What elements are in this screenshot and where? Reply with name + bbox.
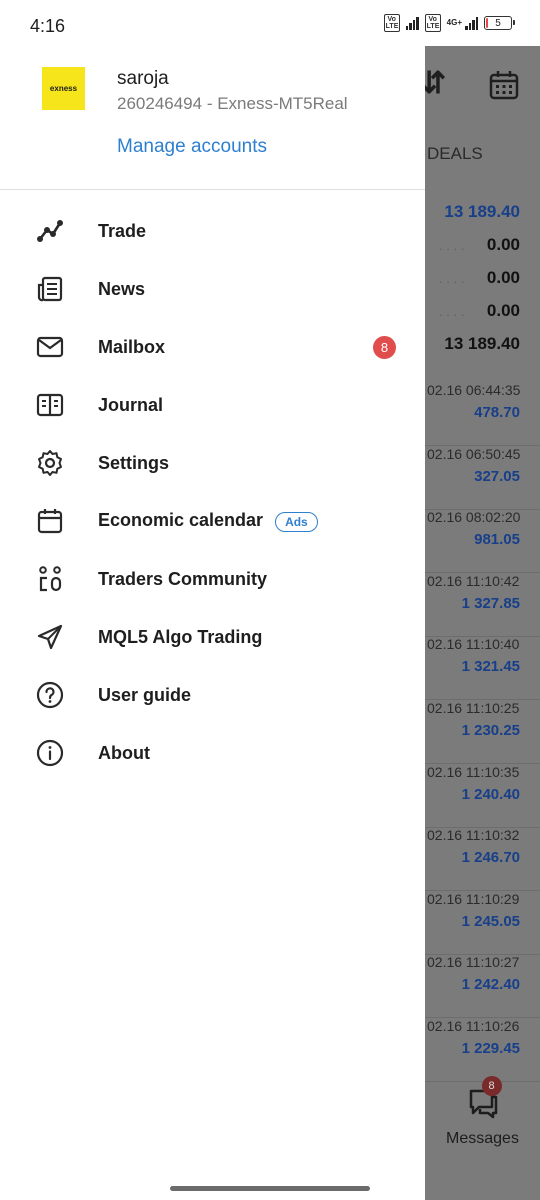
account-header: exness saroja 260246494 - Exness-MT5Real… (0, 46, 425, 190)
menu-label-mailbox: Mailbox (98, 336, 166, 357)
menu-item-about[interactable]: About (0, 724, 425, 782)
deal-row: 02.16 06:50:45 327.05 (425, 446, 540, 510)
deal-row: 02.16 11:10:27 1 242.40 (425, 954, 540, 1019)
deal-time: 02.16 11:10:35 (427, 763, 520, 780)
deal-profit: 1 240.40 (461, 785, 520, 803)
menu-item-traders-community[interactable]: Traders Community (0, 550, 425, 608)
account-number[interactable]: 260246494 - Exness-MT5Real (117, 94, 348, 114)
deal-time: 02.16 11:10:40 (427, 636, 520, 653)
deal-time: 02.16 06:50:45 (427, 445, 521, 462)
deals-tab: DEALS (427, 144, 483, 163)
summary-dots: .... (439, 272, 469, 286)
summary-amount: 0.00 (486, 301, 520, 320)
sort-icon: ⇵ (425, 67, 447, 100)
status-time: 4:16 (30, 16, 66, 36)
signal-icon-2 (465, 16, 478, 30)
deal-time: 02.16 11:10:26 (427, 1018, 520, 1034)
deal-profit: 981.05 (474, 531, 520, 549)
deal-profit: 1 230.25 (461, 722, 520, 739)
account-name[interactable]: saroja (117, 68, 169, 90)
menu-label-settings: Settings (98, 452, 170, 473)
menu-label-user-guide: User guide (98, 684, 192, 705)
community-icon (36, 565, 64, 593)
deal-profit: 478.70 (474, 404, 520, 421)
menu-item-journal[interactable]: Journal (0, 376, 425, 434)
menu-item-news[interactable]: News (0, 260, 425, 318)
messages-icon: 8 (466, 1076, 502, 1120)
mailbox-unread-badge: 8 (373, 335, 396, 359)
deal-profit: 1 327.85 (461, 594, 520, 612)
send-icon (36, 623, 64, 651)
ads-badge: Ads (275, 511, 318, 532)
deal-row: 02.16 08:02:20 981.05 (425, 509, 540, 574)
menu-item-mailbox[interactable]: Mailbox 8 (0, 318, 425, 376)
deal-time: 02.16 08:02:20 (427, 509, 521, 526)
deal-row: 02.16 11:10:25 1 230.25 (425, 700, 540, 764)
menu-item-economic-calendar[interactable]: Economic calendar Ads (0, 492, 425, 550)
menu-label-economic-calendar: Economic calendar Ads (98, 510, 318, 532)
menu-item-settings[interactable]: Settings (0, 434, 425, 492)
deal-time: 02.16 11:10:27 (427, 954, 520, 971)
deal-time: 02.16 11:10:29 (427, 890, 520, 907)
menu-label-mql5-algo-trading: MQL5 Algo Trading (98, 626, 263, 647)
deal-profit: 1 246.70 (461, 849, 520, 867)
deal-profit: 327.05 (474, 467, 520, 485)
menu-label-news: News (98, 278, 146, 299)
messages-tab: 8 Messages (425, 1076, 540, 1148)
battery-icon: 5 (484, 16, 515, 30)
deal-profit: 1 242.40 (461, 976, 520, 994)
deal-profit: 1 229.45 (461, 1040, 520, 1057)
deal-row: 02.16 11:10:32 1 246.70 (425, 827, 540, 892)
deal-time: 02.16 11:10:25 (427, 700, 520, 716)
deal-time: 02.16 11:10:42 (427, 572, 520, 589)
battery-level (486, 18, 488, 28)
summary-amount: 0.00 (486, 235, 520, 254)
menu-label-traders-community: Traders Community (98, 568, 268, 589)
broker-logo: exness (42, 67, 85, 110)
gesture-navigation-handle[interactable] (170, 1186, 370, 1191)
network-type: 4G+ (446, 18, 462, 27)
summary-dots: .... (439, 239, 469, 253)
volte-icon-2: Vo LTE (424, 14, 441, 32)
summary-amount: 0.00 (486, 268, 520, 287)
deal-time: 02.16 06:44:35 (427, 382, 521, 398)
status-icons: Vo LTE Vo LTE 4G+ 5 (383, 14, 515, 32)
summary-amount: 13 189.40 (444, 334, 520, 353)
deal-row: 02.16 06:44:35 478.70 (425, 382, 540, 446)
signal-icon (405, 16, 419, 30)
menu-item-mql5-algo-trading[interactable]: MQL5 Algo Trading (0, 608, 425, 666)
summary-dots: .... (439, 305, 469, 319)
deal-row: 02.16 11:10:26 1 229.45 (425, 1018, 540, 1082)
deal-row: 02.16 11:10:35 1 240.40 (425, 764, 540, 828)
menu-item-user-guide[interactable]: User guide (0, 666, 425, 724)
deal-profit: 1 321.45 (461, 658, 520, 676)
mail-icon (36, 333, 64, 361)
manage-accounts-link[interactable]: Manage accounts (117, 136, 267, 158)
messages-badge: 8 (481, 1076, 502, 1096)
info-icon (36, 739, 64, 767)
deal-row: 02.16 11:10:40 1 321.45 (425, 636, 540, 701)
deal-time: 02.16 11:10:32 (427, 827, 520, 844)
menu-label-journal: Journal (98, 394, 164, 415)
volte-icon: Vo LTE (383, 14, 400, 32)
navigation-drawer: exness saroja 260246494 - Exness-MT5Real… (0, 46, 425, 1200)
status-bar: 4:16 Vo LTE Vo LTE 4G+ 5 (0, 0, 540, 46)
summary-amount: 13 189.40 (444, 202, 520, 221)
deal-row: 02.16 11:10:42 1 327.85 (425, 573, 540, 637)
calendar-icon (489, 71, 519, 100)
menu-label-trade: Trade (98, 220, 147, 241)
background-app-scrim[interactable]: ⇵ DEALS 13 189.40.... 0.00.... 0.00.... 0.0… (425, 46, 540, 1200)
deal-profit: 1 245.05 (461, 912, 520, 930)
messages-label: Messages (446, 1130, 519, 1147)
journal-icon (36, 391, 64, 419)
trade-chart-icon (36, 217, 64, 245)
menu-item-trade[interactable]: Trade (0, 202, 425, 260)
battery-percent: 5 (495, 17, 501, 29)
help-icon (36, 681, 64, 709)
menu-label-about: About (98, 742, 150, 763)
news-icon (36, 275, 64, 303)
calendar-icon (36, 507, 64, 535)
gear-icon (36, 449, 64, 477)
deal-row: 02.16 11:10:29 1 245.05 (425, 891, 540, 955)
